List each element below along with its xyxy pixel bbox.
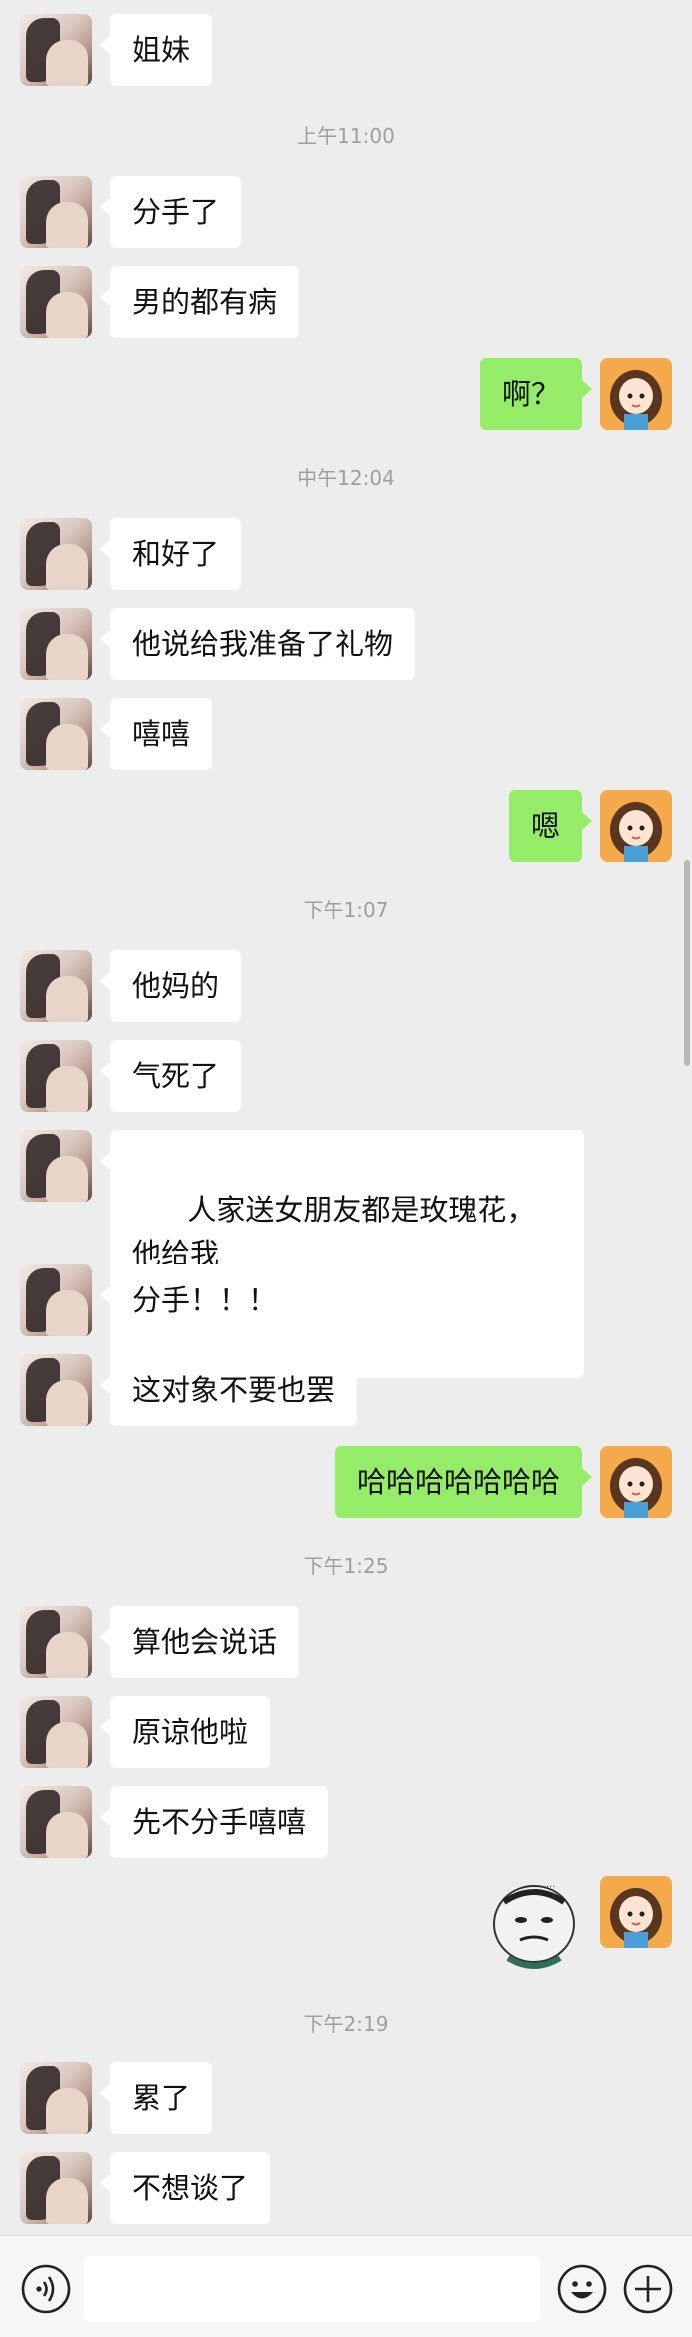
- message-bubble[interactable]: 和好了: [99, 518, 242, 590]
- message-bubble[interactable]: 算他会说话: [99, 1606, 300, 1678]
- contact-avatar[interactable]: [20, 1606, 92, 1678]
- meme-face-sticker-icon[interactable]: ···: [486, 1876, 582, 1972]
- contact-avatar[interactable]: [20, 1696, 92, 1768]
- timestamp: 下午1:07: [303, 898, 389, 922]
- message-bubble[interactable]: 男的都有病: [99, 266, 300, 338]
- message-bubble[interactable]: 嘻嘻: [99, 698, 213, 770]
- timestamp: 上午11:00: [297, 124, 395, 148]
- message-bubble[interactable]: 分手了: [99, 176, 242, 248]
- message-bubble[interactable]: 啊？: [479, 358, 593, 430]
- message-bubble[interactable]: 气死了: [99, 1040, 242, 1112]
- message-bubble[interactable]: 姐妹: [99, 14, 213, 86]
- message-bubble[interactable]: 哈哈哈哈哈哈哈: [334, 1446, 593, 1518]
- chat-area: 姐妹 上午11:00 分手了 男的都有病 啊？ 中午12:04 和好了 他说给我…: [0, 0, 692, 2235]
- message-bubble[interactable]: 他说给我准备了礼物: [99, 608, 416, 680]
- contact-avatar[interactable]: [20, 14, 92, 86]
- contact-avatar[interactable]: [20, 608, 92, 680]
- contact-avatar[interactable]: [20, 1040, 92, 1112]
- contact-avatar[interactable]: [20, 1130, 92, 1202]
- message-input[interactable]: [84, 2256, 540, 2322]
- message-bubble[interactable]: 累了: [99, 2062, 213, 2134]
- contact-avatar[interactable]: [20, 1786, 92, 1858]
- timestamp: 下午1:25: [303, 1554, 389, 1578]
- timestamp: 中午12:04: [297, 466, 395, 490]
- contact-avatar[interactable]: [20, 266, 92, 338]
- contact-avatar[interactable]: [20, 1264, 92, 1336]
- my-avatar[interactable]: [600, 1446, 672, 1518]
- girl-avatar-icon: [600, 790, 672, 862]
- contact-avatar[interactable]: [20, 950, 92, 1022]
- voice-icon[interactable]: [20, 2263, 72, 2315]
- message-bubble[interactable]: 不想谈了: [99, 2152, 271, 2224]
- contact-avatar[interactable]: [20, 1354, 92, 1426]
- message-bubble[interactable]: 原谅他啦: [99, 1696, 271, 1768]
- girl-avatar-icon: [600, 1446, 672, 1518]
- message-bubble[interactable]: 这对象不要也罢: [99, 1354, 358, 1426]
- message-bubble[interactable]: 他妈的: [99, 950, 242, 1022]
- plus-icon[interactable]: [622, 2263, 674, 2315]
- girl-avatar-icon: [600, 1876, 672, 1948]
- svg-text:···: ···: [546, 1882, 556, 1893]
- scrollbar[interactable]: [684, 860, 690, 1066]
- contact-avatar[interactable]: [20, 2152, 92, 2224]
- contact-avatar[interactable]: [20, 698, 92, 770]
- my-avatar[interactable]: [600, 790, 672, 862]
- message-bubble[interactable]: 人家送女朋友都是玫瑰花，他给我 送百合: [100, 1130, 584, 1378]
- input-bar: [0, 2235, 692, 2337]
- contact-avatar[interactable]: [20, 2062, 92, 2134]
- emoji-icon[interactable]: [556, 2263, 608, 2315]
- message-bubble[interactable]: 嗯: [508, 790, 593, 862]
- message-bubble[interactable]: 分手！！！: [99, 1264, 300, 1336]
- my-avatar[interactable]: [600, 358, 672, 430]
- timestamp: 下午2:19: [303, 2012, 389, 2036]
- girl-avatar-icon: [600, 358, 672, 430]
- message-bubble[interactable]: 先不分手嘻嘻: [99, 1786, 329, 1858]
- contact-avatar[interactable]: [20, 176, 92, 248]
- contact-avatar[interactable]: [20, 518, 92, 590]
- my-avatar[interactable]: [600, 1876, 672, 1948]
